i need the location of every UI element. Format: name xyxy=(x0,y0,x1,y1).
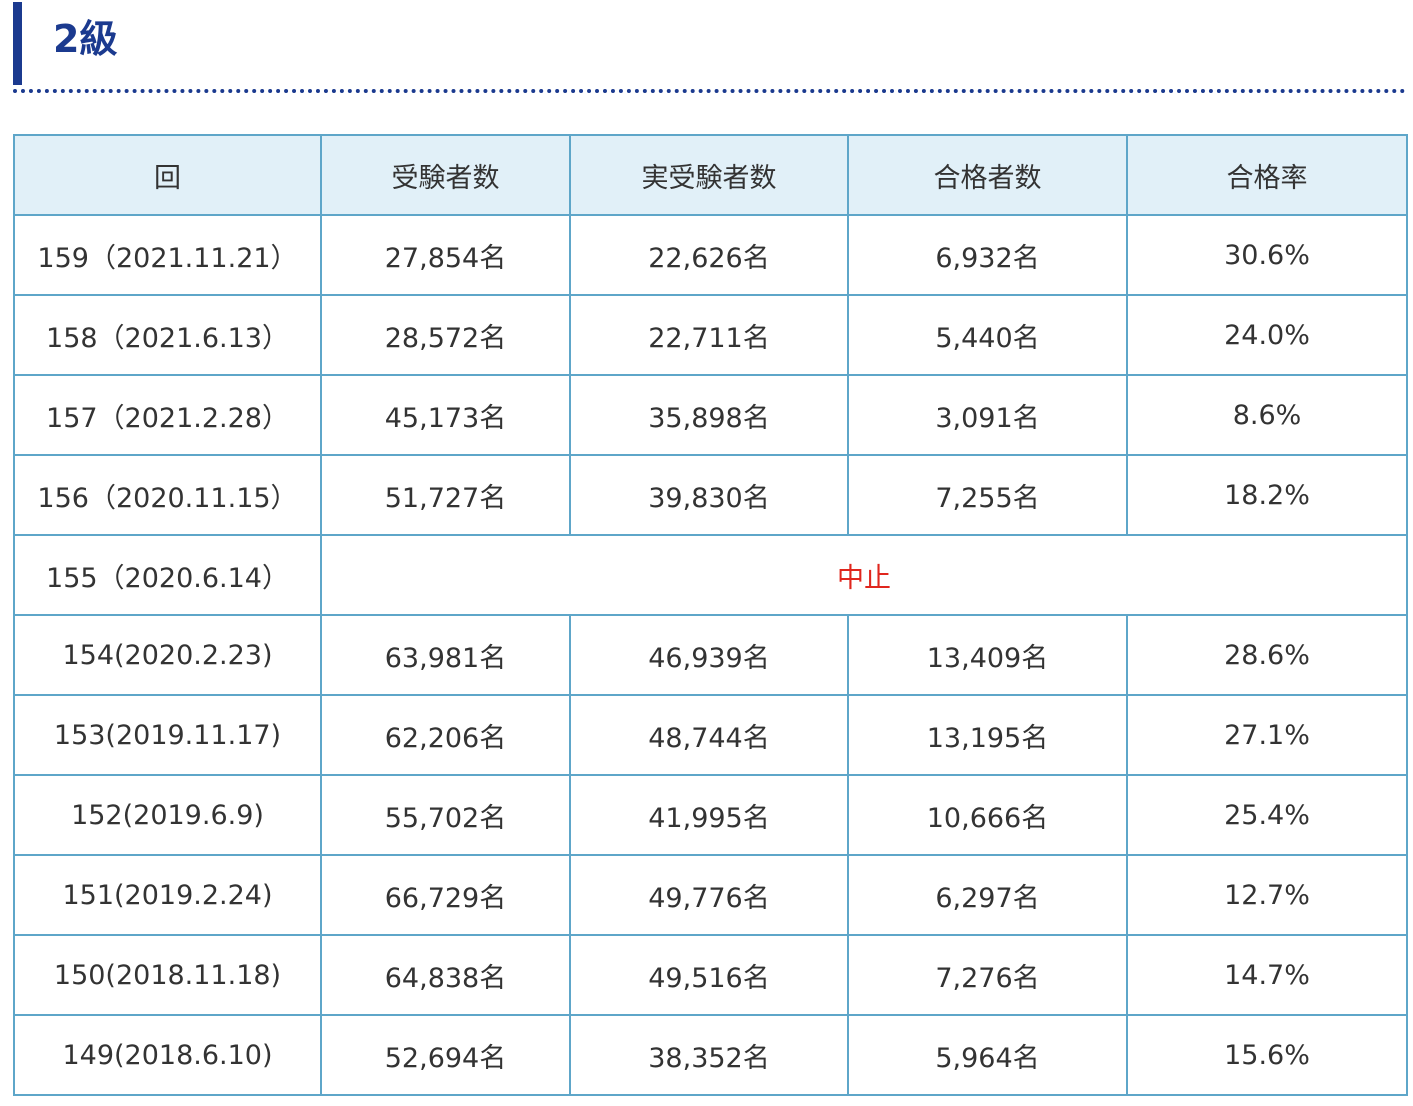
column-header-passed: 合格者数 xyxy=(847,134,1128,216)
cell-round: 158（2021.6.13） xyxy=(13,294,322,376)
cell-pass-rate: 28.6% xyxy=(1126,614,1408,696)
table-row: 149(2018.6.10) 52,694名 38,352名 5,964名 15… xyxy=(13,1014,1408,1096)
cell-round: 155（2020.6.14） xyxy=(13,534,322,616)
cell-examinees: 38,352名 xyxy=(569,1014,849,1096)
cell-applicants: 27,854名 xyxy=(320,214,571,296)
table-row: 158（2021.6.13） 28,572名 22,711名 5,440名 24… xyxy=(13,294,1408,376)
cell-applicants: 52,694名 xyxy=(320,1014,571,1096)
column-header-pass-rate: 合格率 xyxy=(1126,134,1408,216)
cell-passed: 6,297名 xyxy=(847,854,1128,936)
cell-pass-rate: 30.6% xyxy=(1126,214,1408,296)
cell-round: 149(2018.6.10) xyxy=(13,1014,322,1096)
cell-pass-rate: 24.0% xyxy=(1126,294,1408,376)
section-heading: 2級 xyxy=(13,2,1406,93)
column-header-examinees: 実受験者数 xyxy=(569,134,849,216)
cell-examinees: 39,830名 xyxy=(569,454,849,536)
page-title: 2級 xyxy=(53,17,118,61)
cell-round: 150(2018.11.18) xyxy=(13,934,322,1016)
cell-applicants: 28,572名 xyxy=(320,294,571,376)
cell-round: 154(2020.2.23) xyxy=(13,614,322,696)
cell-applicants: 63,981名 xyxy=(320,614,571,696)
heading-dotted-divider xyxy=(13,89,1406,93)
cell-passed: 6,932名 xyxy=(847,214,1128,296)
cell-round: 157（2021.2.28） xyxy=(13,374,322,456)
cancelled-status: 中止 xyxy=(320,534,1408,616)
exam-results-table: 回 受験者数 実受験者数 合格者数 合格率 159（2021.11.21） 27… xyxy=(13,134,1408,1096)
table-row-cancelled: 155（2020.6.14） 中止 xyxy=(13,534,1408,616)
cell-examinees: 49,776名 xyxy=(569,854,849,936)
table-row: 157（2021.2.28） 45,173名 35,898名 3,091名 8.… xyxy=(13,374,1408,456)
table-row: 159（2021.11.21） 27,854名 22,626名 6,932名 3… xyxy=(13,214,1408,296)
cell-round: 156（2020.11.15） xyxy=(13,454,322,536)
cell-round: 153(2019.11.17) xyxy=(13,694,322,776)
cell-round: 152(2019.6.9) xyxy=(13,774,322,856)
cell-examinees: 49,516名 xyxy=(569,934,849,1016)
cell-applicants: 55,702名 xyxy=(320,774,571,856)
cell-applicants: 62,206名 xyxy=(320,694,571,776)
table-row: 151(2019.2.24) 66,729名 49,776名 6,297名 12… xyxy=(13,854,1408,936)
cell-passed: 3,091名 xyxy=(847,374,1128,456)
cell-pass-rate: 27.1% xyxy=(1126,694,1408,776)
table-header-row: 回 受験者数 実受験者数 合格者数 合格率 xyxy=(13,134,1408,216)
cell-pass-rate: 25.4% xyxy=(1126,774,1408,856)
cell-applicants: 64,838名 xyxy=(320,934,571,1016)
cell-passed: 13,195名 xyxy=(847,694,1128,776)
cell-passed: 5,964名 xyxy=(847,1014,1128,1096)
cell-pass-rate: 8.6% xyxy=(1126,374,1408,456)
cell-applicants: 51,727名 xyxy=(320,454,571,536)
cell-round: 151(2019.2.24) xyxy=(13,854,322,936)
table-row: 152(2019.6.9) 55,702名 41,995名 10,666名 25… xyxy=(13,774,1408,856)
cell-round: 159（2021.11.21） xyxy=(13,214,322,296)
cell-examinees: 41,995名 xyxy=(569,774,849,856)
cell-passed: 7,276名 xyxy=(847,934,1128,1016)
cell-passed: 7,255名 xyxy=(847,454,1128,536)
column-header-applicants: 受験者数 xyxy=(320,134,571,216)
table-row: 154(2020.2.23) 63,981名 46,939名 13,409名 2… xyxy=(13,614,1408,696)
cell-examinees: 48,744名 xyxy=(569,694,849,776)
heading-accent-bar xyxy=(13,2,22,85)
table-row: 156（2020.11.15） 51,727名 39,830名 7,255名 1… xyxy=(13,454,1408,536)
cell-examinees: 46,939名 xyxy=(569,614,849,696)
cell-pass-rate: 12.7% xyxy=(1126,854,1408,936)
cell-examinees: 22,711名 xyxy=(569,294,849,376)
cell-applicants: 66,729名 xyxy=(320,854,571,936)
cell-pass-rate: 15.6% xyxy=(1126,1014,1408,1096)
cell-passed: 5,440名 xyxy=(847,294,1128,376)
cell-passed: 10,666名 xyxy=(847,774,1128,856)
cell-examinees: 22,626名 xyxy=(569,214,849,296)
cell-passed: 13,409名 xyxy=(847,614,1128,696)
cell-pass-rate: 14.7% xyxy=(1126,934,1408,1016)
cell-applicants: 45,173名 xyxy=(320,374,571,456)
column-header-round: 回 xyxy=(13,134,322,216)
cell-pass-rate: 18.2% xyxy=(1126,454,1408,536)
cell-examinees: 35,898名 xyxy=(569,374,849,456)
table-row: 150(2018.11.18) 64,838名 49,516名 7,276名 1… xyxy=(13,934,1408,1016)
table-row: 153(2019.11.17) 62,206名 48,744名 13,195名 … xyxy=(13,694,1408,776)
